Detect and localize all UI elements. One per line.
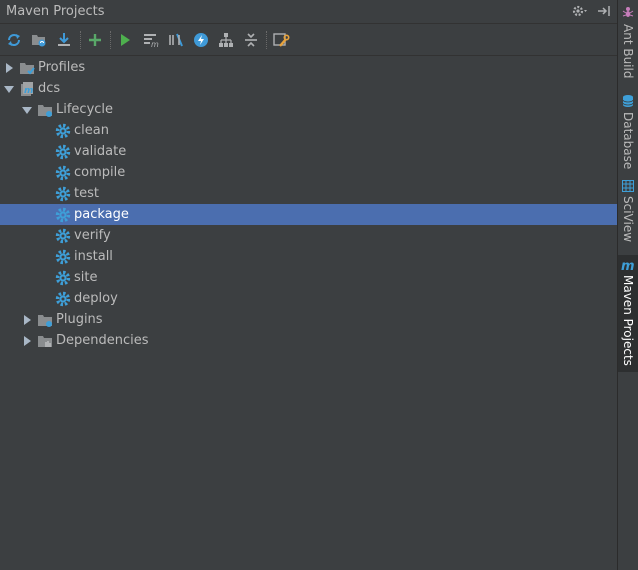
settings-gear-icon[interactable]	[571, 3, 589, 23]
right-tool-window-bar: Ant Build Database SciView m Maven Proje…	[617, 0, 638, 570]
maven-settings-icon[interactable]	[270, 29, 292, 51]
goal-label: validate	[74, 144, 127, 159]
goal-label: clean	[74, 123, 109, 138]
collapse-arrow-icon[interactable]	[3, 83, 15, 95]
generate-sources-icon[interactable]	[28, 29, 50, 51]
lifecycle-goal-install[interactable]: install	[0, 246, 617, 267]
lifecycle-goal-verify[interactable]: verify	[0, 225, 617, 246]
profiles-folder-icon	[20, 62, 35, 74]
goal-label: install	[74, 249, 113, 264]
gear-icon	[55, 249, 71, 264]
expand-arrow-icon[interactable]	[21, 314, 33, 326]
database-icon	[622, 95, 634, 107]
tool-tab-sciview[interactable]: SciView	[618, 180, 638, 242]
lifecycle-goal-deploy[interactable]: deploy	[0, 288, 617, 309]
tree-label-project: dcs	[38, 81, 61, 96]
gear-icon	[55, 165, 71, 180]
tool-tab-label: SciView	[621, 196, 635, 243]
goal-label: site	[74, 270, 98, 285]
tree-node-project[interactable]: m dcs	[0, 78, 617, 99]
add-icon[interactable]	[84, 29, 106, 51]
maven-icon: m	[621, 259, 635, 271]
lifecycle-goal-validate[interactable]: validate	[0, 141, 617, 162]
tree-node-dependencies[interactable]: Dependencies	[0, 330, 617, 351]
reimport-icon[interactable]	[3, 29, 25, 51]
download-icon[interactable]	[53, 29, 75, 51]
svg-text:m: m	[24, 86, 33, 96]
maven-toolbar: m	[0, 24, 617, 56]
tree-node-plugins[interactable]: Plugins	[0, 309, 617, 330]
execute-goal-icon[interactable]: m	[140, 29, 162, 51]
tool-tab-label: Maven Projects	[621, 275, 635, 366]
panel-title: Maven Projects	[6, 4, 105, 19]
tool-tab-label: Database	[621, 112, 635, 170]
lifecycle-folder-icon	[38, 104, 52, 117]
goal-label: compile	[74, 165, 126, 180]
tree-label-dependencies: Dependencies	[56, 333, 149, 348]
ant-icon	[622, 7, 634, 17]
goal-label: test	[74, 186, 99, 201]
tree-label-profiles: Profiles	[38, 60, 86, 75]
lifecycle-goal-test[interactable]: test	[0, 183, 617, 204]
tree-label-plugins: Plugins	[56, 312, 103, 327]
gear-icon	[55, 144, 71, 159]
goal-label: deploy	[74, 291, 118, 306]
gear-icon	[55, 291, 71, 306]
lifecycle-goal-clean[interactable]: clean	[0, 120, 617, 141]
maven-projects-panel: Maven Projects m Profiles m dcs Lifecycl…	[0, 0, 617, 570]
tree-node-profiles[interactable]: Profiles	[0, 57, 617, 78]
dependencies-folder-icon	[38, 335, 52, 347]
tree-label-lifecycle: Lifecycle	[56, 102, 114, 117]
gear-icon	[55, 186, 71, 201]
lifecycle-goal-site[interactable]: site	[0, 267, 617, 288]
toggle-offline-icon[interactable]	[165, 29, 187, 51]
lifecycle-goal-compile[interactable]: compile	[0, 162, 617, 183]
lifecycle-goal-package[interactable]: package	[0, 204, 617, 225]
tree-node-lifecycle[interactable]: Lifecycle	[0, 99, 617, 120]
show-dependencies-icon[interactable]	[215, 29, 237, 51]
tool-tab-label: Ant Build	[621, 24, 635, 79]
tool-tab-maven-projects[interactable]: m Maven Projects	[618, 255, 638, 372]
hide-panel-icon[interactable]	[597, 3, 611, 23]
panel-titlebar: Maven Projects	[0, 0, 617, 24]
expand-arrow-icon[interactable]	[3, 62, 15, 74]
maven-project-icon: m	[21, 81, 33, 96]
svg-text:m: m	[151, 40, 159, 49]
table-icon	[622, 180, 634, 192]
expand-arrow-icon[interactable]	[21, 335, 33, 347]
svg-text:m: m	[621, 259, 635, 271]
gear-icon	[55, 123, 71, 138]
goal-label: verify	[74, 228, 111, 243]
gear-icon	[55, 228, 71, 243]
tool-tab-ant-build[interactable]: Ant Build	[618, 6, 638, 78]
gear-icon	[55, 270, 71, 285]
collapse-all-icon[interactable]	[240, 29, 262, 51]
collapse-arrow-icon[interactable]	[21, 104, 33, 116]
skip-tests-icon[interactable]	[190, 29, 212, 51]
goal-label: package	[74, 207, 129, 222]
gear-icon	[55, 207, 71, 222]
tool-tab-database[interactable]: Database	[618, 94, 638, 169]
run-icon[interactable]	[114, 29, 136, 51]
plugins-folder-icon	[38, 314, 52, 327]
